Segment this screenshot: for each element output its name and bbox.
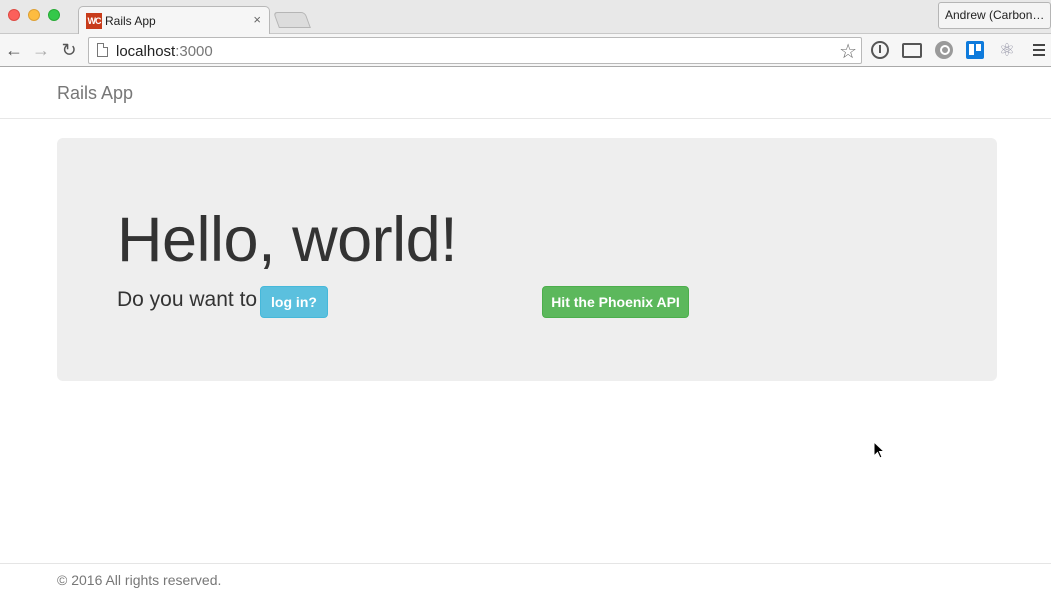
browser-menu-icon[interactable]: [1033, 44, 1045, 56]
page-icon: [97, 43, 108, 57]
minimize-window-button[interactable]: [28, 9, 40, 21]
navbar-brand[interactable]: Rails App: [57, 83, 133, 104]
login-button[interactable]: log in?: [260, 286, 328, 318]
bookmark-star-icon[interactable]: ☆: [839, 39, 857, 64]
cast-icon[interactable]: [902, 43, 922, 58]
url-host: localhost: [116, 43, 176, 60]
favicon-icon: WC: [86, 13, 102, 29]
url-text[interactable]: localhost:3000: [116, 43, 213, 60]
browser-tab-active[interactable]: WC Rails App ×: [78, 6, 270, 35]
jumbotron: Hello, world! Do you want to log in? Hit…: [57, 138, 997, 381]
hit-phoenix-api-button[interactable]: Hit the Phoenix API: [542, 286, 689, 318]
reload-icon[interactable]: ↻: [57, 38, 81, 62]
extension-info-icon[interactable]: [871, 41, 889, 59]
profile-button[interactable]: Andrew (Carbon…: [938, 2, 1051, 29]
browser-titlebar: WC Rails App × Andrew (Carbon…: [0, 0, 1051, 35]
tab-title: Rails App: [105, 14, 156, 28]
extension-power-icon[interactable]: [935, 41, 953, 59]
forward-icon[interactable]: →: [29, 38, 53, 62]
navbar: Rails App: [0, 68, 1051, 119]
zoom-window-button[interactable]: [48, 9, 60, 21]
react-devtools-icon[interactable]: ⚛: [998, 41, 1016, 59]
page-heading: Hello, world!: [117, 205, 458, 275]
footer-copyright: © 2016 All rights reserved.: [57, 572, 222, 588]
close-window-button[interactable]: [8, 9, 20, 21]
new-tab-button[interactable]: [273, 12, 311, 28]
url-port: :3000: [175, 43, 213, 60]
address-bar[interactable]: localhost:3000 ☆: [88, 37, 862, 64]
browser-toolbar: ← → ↻ localhost:3000 ☆ ⚛: [0, 34, 1051, 67]
login-prompt-text: Do you want to: [117, 288, 258, 311]
footer: © 2016 All rights reserved.: [0, 563, 1051, 592]
trello-icon[interactable]: [966, 41, 984, 59]
mouse-cursor-icon: [873, 441, 885, 459]
back-icon[interactable]: ←: [2, 38, 26, 62]
tab-close-icon[interactable]: ×: [253, 12, 261, 27]
